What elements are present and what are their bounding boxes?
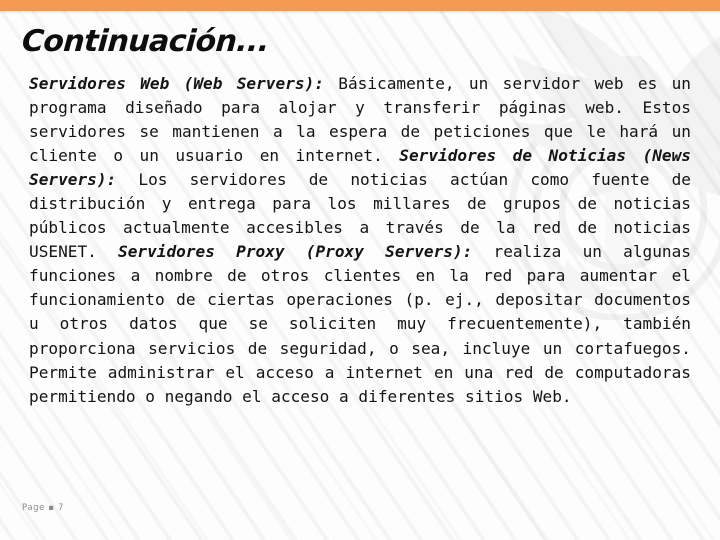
- section-lead-proxy-servers: Servidores Proxy (Proxy Servers):: [118, 242, 473, 262]
- page-footer: Page ▪ 7: [22, 503, 64, 513]
- body-paragraph: Servidores Web (Web Servers): Básicament…: [29, 72, 691, 409]
- top-accent-band: [0, 0, 720, 11]
- slide-body: Servidores Web (Web Servers): Básicament…: [29, 72, 691, 409]
- slide-canvas: Continuación... Servidores Web (Web Serv…: [0, 0, 720, 540]
- top-accent-band-shadow: [0, 11, 720, 14]
- slide-title: Continuación...: [20, 24, 271, 59]
- section-lead-web-servers: Servidores Web (Web Servers):: [29, 74, 324, 93]
- section-text-proxy-servers: realiza un algunas funciones a nombre de…: [29, 242, 691, 406]
